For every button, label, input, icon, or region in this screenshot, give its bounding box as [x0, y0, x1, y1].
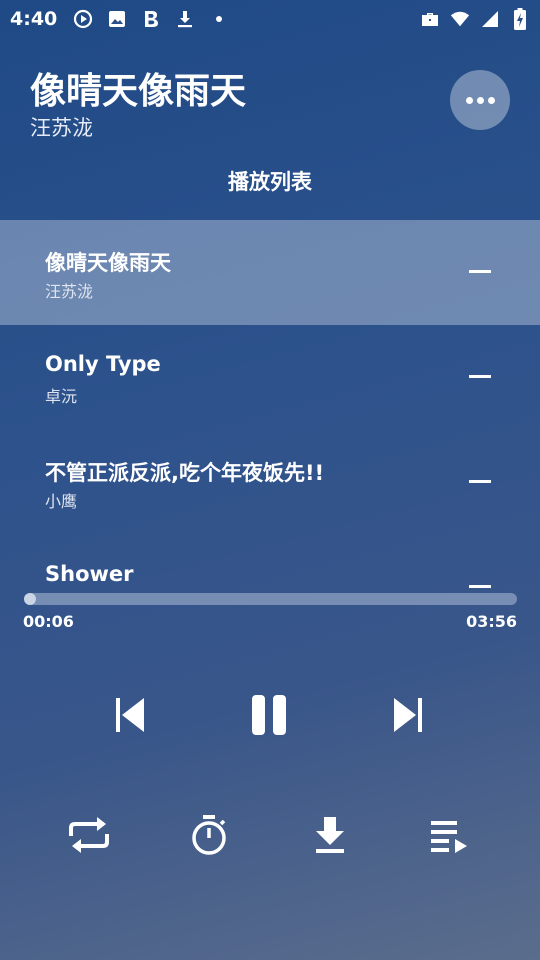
remove-track-button[interactable] — [469, 270, 491, 273]
track-title: Shower — [45, 562, 134, 586]
playlist-heading: 播放列表 — [228, 170, 312, 194]
remove-track-button[interactable] — [469, 585, 491, 588]
signal-icon — [480, 9, 500, 29]
play-circle-icon — [73, 9, 93, 29]
wifi-icon — [450, 9, 470, 29]
track-title: 像晴天像雨天 — [45, 251, 171, 275]
elapsed-time: 00:06 — [23, 612, 74, 631]
more-dot — [465, 96, 473, 104]
track-title: Only Type — [45, 352, 161, 376]
playlist-item[interactable]: 不管正派反派,吃个年夜饭先!! 小鹰 — [0, 430, 540, 535]
status-notification-icons — [73, 9, 229, 29]
more-dot — [487, 96, 495, 104]
bold-b-icon — [141, 9, 161, 29]
status-bar: 4:40 — [0, 0, 540, 38]
sleep-timer-button[interactable] — [184, 810, 234, 860]
queue-icon — [431, 821, 467, 853]
remove-track-button[interactable] — [469, 480, 491, 483]
playlist-item[interactable]: Only Type 卓沅 — [0, 325, 540, 430]
now-playing-header: 像晴天像雨天 汪苏泷 播放列表 — [0, 38, 540, 220]
download-icon — [316, 817, 344, 853]
playlist-item[interactable]: 像晴天像雨天 汪苏泷 — [0, 220, 540, 325]
seek-bar-fill — [24, 593, 37, 605]
playlist-item[interactable]: Shower — [0, 535, 540, 592]
track-artist: 小鹰 — [45, 492, 78, 511]
briefcase-icon — [420, 9, 440, 29]
track-title: 不管正派反派,吃个年夜饭先!! — [45, 461, 325, 485]
previous-icon — [116, 698, 144, 732]
download-button[interactable] — [305, 810, 355, 860]
status-system-icons — [420, 8, 530, 30]
track-artist: 汪苏泷 — [45, 282, 94, 301]
previous-button[interactable] — [105, 690, 155, 740]
image-icon — [107, 9, 127, 29]
remove-track-button[interactable] — [469, 375, 491, 378]
song-title: 像晴天像雨天 — [30, 71, 247, 112]
dot-icon — [209, 9, 229, 29]
track-artist: 卓沅 — [45, 387, 78, 406]
playlist[interactable]: 像晴天像雨天 汪苏泷 Only Type 卓沅 不管正派反派,吃个年夜饭先!! … — [0, 220, 540, 592]
status-time: 4:40 — [10, 8, 58, 30]
battery-charging-icon — [510, 8, 530, 30]
pause-icon — [252, 695, 286, 735]
total-time: 03:56 — [466, 612, 517, 631]
song-artist: 汪苏泷 — [30, 116, 93, 140]
queue-button[interactable] — [425, 810, 475, 860]
pause-button[interactable] — [244, 690, 294, 740]
repeat-icon — [69, 817, 109, 853]
more-options-button[interactable] — [450, 70, 510, 130]
seek-bar[interactable] — [24, 593, 517, 605]
timer-icon — [192, 815, 226, 855]
download-icon — [175, 9, 195, 29]
repeat-button[interactable] — [64, 810, 114, 860]
next-icon — [394, 698, 422, 732]
more-dot — [476, 96, 484, 104]
next-button[interactable] — [383, 690, 433, 740]
